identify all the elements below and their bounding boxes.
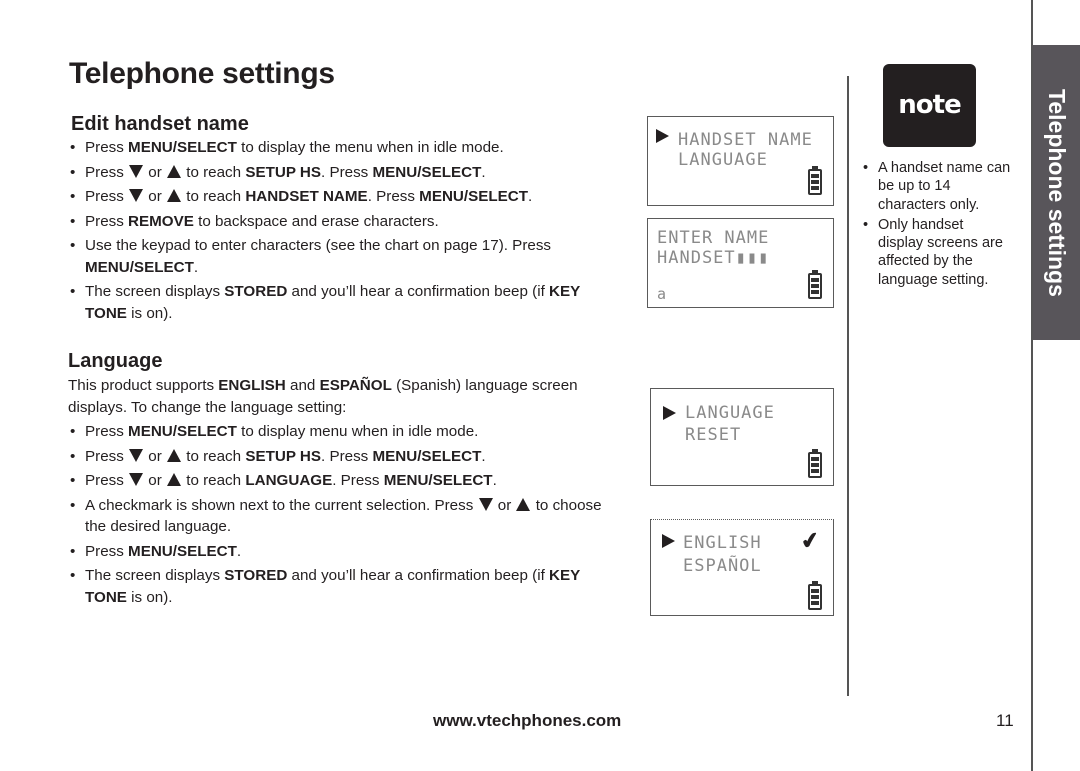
key-label: MENU/SELECT: [383, 472, 493, 489]
lcd-line: LANGUAGE: [685, 403, 775, 423]
step-item: The screen displays STORED and you’ll he…: [68, 565, 613, 608]
up-arrow-icon: [516, 497, 531, 511]
lcd-line: HANDSET NAME: [678, 130, 813, 150]
battery-icon: [808, 166, 822, 195]
section-heading-edit-handset-name: Edit handset name: [71, 113, 249, 135]
step-item: Press or to reach LANGUAGE. Press MENU/S…: [68, 470, 613, 492]
key-label: MENU/SELECT: [128, 139, 237, 156]
lcd-line: ESPAÑOL: [683, 556, 762, 576]
lcd-screen-handset-menu: HANDSET NAME LANGUAGE: [647, 116, 834, 206]
section-heading-language: Language: [68, 350, 163, 372]
footer-url[interactable]: www.vtechphones.com: [433, 711, 621, 731]
lcd-screen-enter-name: ENTER NAME HANDSET▮▮▮ a: [647, 218, 834, 308]
key-label: STORED: [224, 283, 288, 300]
step-item: Press or to reach SETUP HS. Press MENU/S…: [68, 446, 613, 468]
key-label: REMOVE: [128, 212, 194, 230]
language-steps: Press MENU/SELECT to display menu when i…: [68, 421, 613, 611]
key-label: ENGLISH: [218, 377, 286, 394]
step-item: Use the keypad to enter characters (see …: [68, 235, 613, 278]
key-label: ESPAÑOL: [319, 377, 392, 394]
lcd-input-text: a: [657, 285, 668, 303]
key-label: LANGUAGE: [245, 472, 333, 489]
note-list: A handset name can be up to 14 character…: [862, 159, 1012, 291]
key-label: MENU/SELECT: [419, 188, 529, 205]
down-arrow-icon: [478, 497, 493, 511]
key-label: MENU/SELECT: [372, 447, 482, 465]
language-intro: This product supports ENGLISH and ESPAÑO…: [68, 377, 578, 416]
key-label: KEY TONE: [85, 283, 580, 322]
step-item: Press or to reach HANDSET NAME. Press ME…: [68, 186, 613, 208]
key-label: HANDSET NAME: [245, 188, 368, 205]
step-item: Press or to reach SETUP HS. Press MENU/S…: [68, 162, 613, 184]
battery-icon: [808, 270, 822, 299]
lcd-line: ENGLISH: [683, 533, 762, 553]
lcd-line: LANGUAGE: [678, 150, 768, 170]
key-label: MENU/SELECT: [85, 258, 194, 276]
step-item: Press MENU/SELECT to display the menu wh…: [68, 137, 613, 159]
key-label: MENU/SELECT: [128, 542, 237, 560]
selection-arrow-icon: [663, 406, 676, 420]
up-arrow-icon: [167, 164, 181, 178]
lcd-line: HANDSET▮▮▮: [657, 248, 770, 268]
down-arrow-icon: [129, 189, 144, 202]
lcd-line: ENTER NAME: [657, 228, 770, 248]
note-item: A handset name can be up to 14 character…: [862, 159, 1012, 214]
side-tab-label: Telephone settings: [1044, 88, 1070, 297]
page-title: Telephone settings: [69, 57, 335, 90]
lcd-screen-language-menu: LANGUAGE RESET: [650, 388, 834, 486]
selection-arrow-icon: [656, 129, 669, 143]
down-arrow-icon: [129, 448, 144, 462]
step-item: A checkmark is shown next to the current…: [68, 495, 613, 538]
selection-arrow-icon: [662, 534, 675, 548]
step-item: The screen displays STORED and you’ll he…: [68, 281, 613, 324]
checkmark-icon: ✔: [798, 526, 822, 555]
lcd-line: RESET: [685, 425, 742, 445]
edit-handset-steps: Press MENU/SELECT to display the menu wh…: [68, 137, 613, 327]
key-label: STORED: [224, 567, 288, 584]
up-arrow-icon: [167, 473, 181, 486]
battery-icon: [808, 449, 822, 478]
note-item: Only handset display screens are affecte…: [862, 216, 1012, 289]
column-divider: [847, 76, 849, 696]
battery-icon: [808, 581, 822, 610]
page-number: 11: [996, 711, 1014, 730]
key-label: KEY TONE: [85, 567, 580, 606]
step-item: Press MENU/SELECT to display menu when i…: [68, 421, 613, 443]
lcd-screen-language-select: ENGLISH ESPAÑOL ✔: [650, 519, 834, 616]
key-label: SETUP HS: [245, 447, 322, 465]
down-arrow-icon: [129, 164, 144, 178]
key-label: MENU/SELECT: [372, 163, 482, 181]
up-arrow-icon: [167, 448, 181, 462]
key-label: SETUP HS: [245, 163, 322, 181]
step-item: Press MENU/SELECT.: [68, 541, 613, 563]
note-badge: note: [883, 64, 976, 147]
key-label: MENU/SELECT: [128, 423, 237, 440]
down-arrow-icon: [129, 473, 144, 486]
step-item: Press REMOVE to backspace and erase char…: [68, 211, 613, 233]
up-arrow-icon: [167, 189, 181, 202]
